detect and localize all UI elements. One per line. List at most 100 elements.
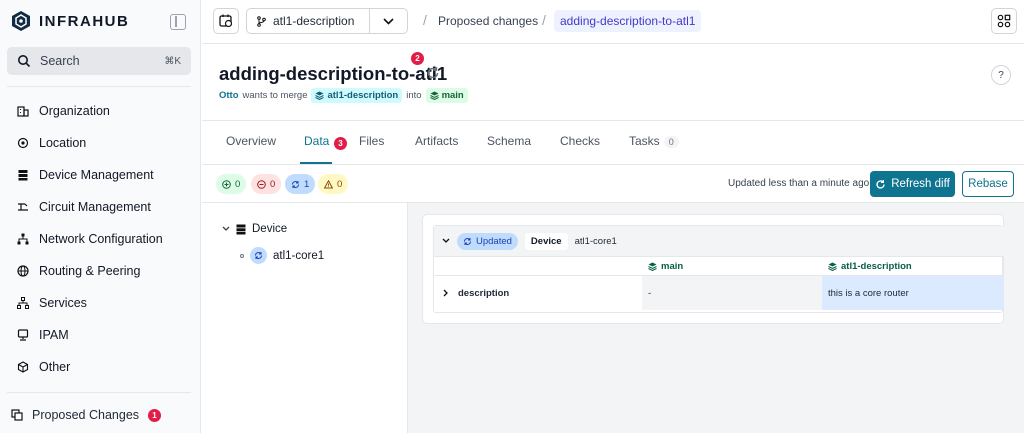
updated-count-badge[interactable]: 1 — [285, 174, 316, 194]
column-attribute-header — [434, 257, 642, 276]
tree-group-label: Device — [252, 223, 288, 235]
column-branch-header: atl1-description — [822, 257, 1004, 276]
table-row[interactable]: description - this is a core router — [434, 276, 1004, 312]
calendar-clock-icon — [219, 14, 233, 28]
reload-icon[interactable] — [426, 66, 440, 80]
status-label: Updated — [476, 235, 512, 247]
sidebar-item-services[interactable]: Services — [17, 293, 87, 313]
collapse-sidebar-icon[interactable] — [170, 14, 186, 30]
layers-icon — [429, 91, 439, 100]
network-icon — [17, 233, 29, 245]
sidebar-item-label: Device Management — [39, 168, 154, 182]
sidebar-item-organization[interactable]: Organization — [17, 101, 110, 121]
tab-data-badge: 3 — [334, 137, 347, 150]
apps-grid-icon — [997, 14, 1011, 28]
tab-tasks-label: Tasks — [629, 134, 660, 148]
building-icon — [17, 106, 29, 117]
branch-dropdown-button[interactable] — [369, 9, 407, 33]
warning-icon — [324, 179, 333, 188]
sidebar-item-circuit-management[interactable]: Circuit Management — [17, 197, 151, 217]
tab-overview[interactable]: Overview — [226, 134, 276, 148]
sync-icon — [464, 237, 471, 245]
sidebar-item-label: Services — [39, 296, 87, 310]
tab-tasks-count: 0 — [663, 136, 679, 148]
sync-icon — [255, 252, 262, 259]
merge-summary: Otto wants to merge atl1-description int… — [219, 88, 468, 103]
tab-schema[interactable]: Schema — [487, 134, 531, 148]
breadcrumb-proposed-changes[interactable]: Proposed changes — [438, 14, 538, 28]
cube-icon — [17, 361, 29, 373]
breadcrumb-separator: / — [542, 12, 546, 28]
sidebar-item-ipam[interactable]: IPAM — [17, 325, 69, 345]
sidebar: INFRAHUB Search ⌘K Organization Location… — [0, 0, 201, 433]
copy-icon — [11, 409, 23, 421]
page-title: adding-description-to-atl1 — [219, 63, 448, 84]
git-branch-icon — [257, 15, 266, 27]
attribute-name: description — [458, 287, 510, 299]
target-branch-name: main — [441, 90, 464, 101]
chevron-down-icon[interactable] — [222, 226, 230, 232]
layers-icon — [315, 91, 325, 100]
sidebar-item-device-management[interactable]: Device Management — [17, 165, 154, 185]
sidebar-item-other[interactable]: Other — [17, 357, 70, 377]
minus-circle-icon — [257, 179, 266, 189]
branch-selector[interactable]: atl1-description — [246, 8, 408, 34]
sidebar-item-label: Location — [39, 136, 87, 150]
sidebar-item-label: Other — [39, 360, 71, 374]
chevron-down-icon[interactable] — [442, 238, 450, 244]
removed-count-badge[interactable]: 0 — [251, 174, 282, 194]
diff-node-header[interactable]: Updated Device atl1-core1 — [434, 226, 1004, 257]
layers-icon — [828, 262, 837, 271]
notification-badge: 1 — [148, 408, 162, 422]
sidebar-item-proposed-changes[interactable]: Proposed Changes 1 — [11, 408, 162, 422]
column-main-header: main — [642, 257, 822, 276]
app-logo[interactable]: INFRAHUB — [10, 10, 129, 32]
author-name[interactable]: Otto — [219, 90, 239, 101]
search-icon — [18, 55, 31, 68]
refresh-diff-button[interactable]: Refresh diff — [870, 171, 955, 197]
tab-tasks[interactable]: Tasks 0 — [629, 134, 679, 148]
sidebar-item-label: Circuit Management — [39, 200, 151, 214]
sidebar-item-routing-peering[interactable]: Routing & Peering — [17, 261, 140, 281]
diff-node: Updated Device atl1-core1 main atl1-desc… — [433, 225, 1004, 313]
node-kind-badge: Device — [524, 232, 568, 250]
chevron-right-icon[interactable] — [443, 289, 449, 297]
time-travel-button[interactable] — [213, 8, 239, 34]
plus-circle-icon — [222, 179, 231, 189]
tab-artifacts[interactable]: Artifacts — [415, 134, 458, 148]
app-logo-text: INFRAHUB — [39, 12, 130, 30]
search-label: Search — [40, 54, 80, 68]
tree-group-device[interactable]: Device — [222, 223, 287, 235]
tree-node-atl1-core1[interactable]: atl1-core1 — [240, 247, 324, 264]
source-branch-tag[interactable]: atl1-description — [311, 88, 403, 103]
tab-checks[interactable]: Checks — [560, 134, 600, 148]
tab-data[interactable]: Data — [304, 134, 329, 148]
divider — [7, 86, 191, 87]
tree-node-label: atl1-core1 — [273, 249, 325, 262]
sidebar-item-location[interactable]: Location — [17, 133, 86, 153]
divider — [7, 392, 191, 393]
help-button[interactable]: ? — [991, 65, 1011, 85]
server-icon — [18, 170, 28, 181]
breadcrumb-current[interactable]: adding-description-to-atl1 — [554, 10, 702, 32]
conflict-count: 0 — [337, 178, 343, 190]
conflict-count-badge[interactable]: 0 — [318, 174, 349, 194]
added-count-badge[interactable]: 0 — [216, 174, 247, 194]
branch-name: atl1-description — [273, 14, 355, 28]
breadcrumb-separator: / — [423, 12, 427, 28]
apps-button[interactable] — [991, 8, 1017, 34]
rebase-button[interactable]: Rebase — [962, 171, 1014, 197]
sync-icon — [292, 180, 299, 188]
globe-icon — [17, 265, 29, 277]
sidebar-item-label: Organization — [39, 104, 110, 118]
circuit-icon — [18, 203, 28, 211]
source-branch-name: atl1-description — [327, 90, 399, 101]
last-updated-text: Updated less than a minute ago — [728, 178, 870, 189]
column-branch-label: atl1-description — [841, 260, 912, 272]
search-button[interactable]: Search ⌘K — [7, 47, 191, 75]
sidebar-item-network-configuration[interactable]: Network Configuration — [17, 229, 163, 249]
removed-count: 0 — [270, 178, 276, 190]
target-branch-tag[interactable]: main — [425, 88, 468, 103]
tab-files[interactable]: Files — [359, 134, 384, 148]
branch-value-cell: this is a core router — [822, 276, 1004, 310]
